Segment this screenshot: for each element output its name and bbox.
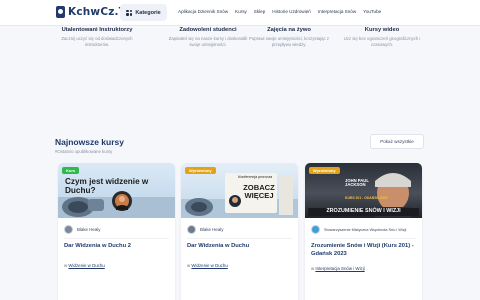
divider <box>311 238 416 239</box>
category-prefix: w <box>187 263 191 268</box>
stat-title: Zadowoleni studenci <box>179 27 237 33</box>
main-nav: Aplikacja Dziennik Snów Kursy Sklep Hist… <box>178 9 381 14</box>
stat-description: Zapisałeś się na nasze kursy i doskonali… <box>168 36 248 47</box>
categories-button[interactable]: Kategorie <box>120 4 167 21</box>
course-card[interactable]: Kurs Czym jest widzenie w Duchu? Blake H… <box>58 163 175 300</box>
course-title[interactable]: Zrozumienie Snów i Wizji (Kurs 201) - Gd… <box>311 243 419 259</box>
course-thumbnail[interactable]: Wyróżniony JOHN PAUL JACKSON KURS 201 - … <box>305 163 422 218</box>
course-badge: Kurs <box>62 167 80 174</box>
category-link[interactable]: Widzenie w Duchu <box>191 263 227 268</box>
logo-icon <box>56 6 65 18</box>
course-author[interactable]: Stowarzyszenie Mistyczna Wspólnota Snu i… <box>311 225 406 234</box>
grid-icon <box>126 9 133 16</box>
stat-description: Ucz się bez ograniczeń geograficznych i … <box>343 36 421 47</box>
course-title[interactable]: Dar Widzenia w Duchu <box>187 243 295 251</box>
section-title: Najnowsze kursy <box>55 137 124 147</box>
nav-item-shop[interactable]: Sklep <box>254 9 266 14</box>
course-category: w Widzenie w Duchu <box>64 263 105 268</box>
thumbnail-speaker: JOHN PAUL JACKSON <box>345 178 369 188</box>
course-thumbnail[interactable]: Wyróżniony Konferencja prorocza ZOBACZ W… <box>181 163 298 218</box>
stat-title: Utalentowani Instruktorzy <box>61 27 133 33</box>
avatar <box>187 225 196 234</box>
divider <box>187 238 292 239</box>
course-badge: Wyróżniony <box>185 167 216 174</box>
categories-label: Kategorie <box>135 9 161 16</box>
course-card[interactable]: Wyróżniony Konferencja prorocza ZOBACZ W… <box>181 163 298 300</box>
thumbnail-subtitle: Konferencja prorocza <box>238 175 273 179</box>
author-name: Blake Healy <box>77 227 101 232</box>
category-link[interactable]: Interpretacja Snów i Wizji <box>315 266 364 271</box>
course-badge: Wyróżniony <box>309 167 340 174</box>
course-card[interactable]: Wyróżniony JOHN PAUL JACKSON KURS 201 - … <box>305 163 422 300</box>
course-thumbnail[interactable]: Kurs Czym jest widzenie w Duchu? <box>58 163 175 218</box>
thumbnail-date: KURS 201 - GDAŃSK 2023 <box>345 196 388 200</box>
course-author[interactable]: Blake Healy <box>64 225 100 234</box>
stat-title: Zajęcia na żywo <box>267 27 311 33</box>
divider <box>64 238 169 239</box>
nav-item-courses[interactable]: Kursy <box>235 9 247 14</box>
nav-item-youtube[interactable]: YouTube <box>363 9 381 14</box>
thumbnail-title: Czym jest widzenie w Duchu? <box>65 177 149 195</box>
author-name: Stowarzyszenie Mistyczna Wspólnota Snu i… <box>324 227 407 232</box>
category-prefix: w <box>64 263 68 268</box>
nav-item-healing-stories[interactable]: Historie Uzdrowień <box>272 9 311 14</box>
course-category: w Interpretacja Snów i Wizji <box>311 266 365 271</box>
nav-item-dream-journal-app[interactable]: Aplikacja Dziennik Snów <box>178 9 228 14</box>
thumbnail-title: ZOBACZ WIĘCEJ <box>243 183 275 200</box>
stat-title: Kursy wideo <box>364 27 400 33</box>
top-header: KchwCz.TV Kategorie Aplikacja Dziennik S… <box>0 0 480 26</box>
author-name: Blake Healy <box>200 227 224 232</box>
stat-description: Zacznij uczyć się od doświadczonych inst… <box>61 36 133 47</box>
avatar <box>64 225 73 234</box>
course-title[interactable]: Dar Widzenia w Duchu 2 <box>64 243 172 251</box>
category-link[interactable]: Widzenie w Duchu <box>68 263 104 268</box>
show-all-button[interactable]: Pokaż wszystkie <box>370 134 424 149</box>
course-category: w Widzenie w Duchu <box>187 263 228 268</box>
category-prefix: w <box>311 266 315 271</box>
stat-description: Poprawi swoje umiejętności, korzystając … <box>248 36 329 47</box>
thumbnail-title: ZROZUMIENIE SNÓW I WIZJI <box>308 208 419 216</box>
course-author[interactable]: Blake Healy <box>187 225 223 234</box>
avatar <box>311 225 320 234</box>
nav-item-dream-interpretation[interactable]: Interpretacja Snów <box>318 9 356 14</box>
section-subtitle: #Ostatnio opublikowane kursy <box>55 149 113 154</box>
